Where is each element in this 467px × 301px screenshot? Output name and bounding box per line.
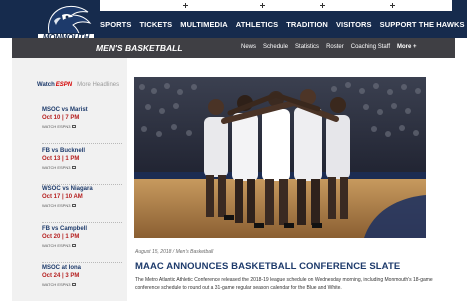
team-nav: News Schedule Statistics Roster Coaching… (241, 44, 424, 50)
game-item[interactable]: WSOC vs Niagara Oct 17 | 10 AM WATCH ESP… (42, 186, 122, 223)
watch-link[interactable]: WATCH ESPN3 (42, 203, 122, 208)
nav-item-multimedia[interactable]: MULTIMEDIA (180, 20, 228, 29)
plus-icon[interactable] (390, 3, 395, 8)
sidebar-header: WatchESPN More Headlines (37, 82, 119, 88)
team-nav-news[interactable]: News (241, 44, 256, 50)
team-nav-statistics[interactable]: Statistics (295, 44, 319, 50)
watch-label: WATCH ESPN3 (42, 282, 71, 287)
team-title[interactable]: MEN'S BASKETBALL (96, 43, 183, 53)
watch-tab[interactable]: Watch (37, 82, 55, 88)
nav-item-tickets[interactable]: TICKETS (139, 20, 172, 29)
game-item[interactable]: FB vs Bucknell Oct 13 | 1 PM WATCH ESPN3 (42, 148, 122, 185)
utility-strip (100, 0, 452, 11)
tv-icon (72, 166, 77, 169)
page-content: WatchESPN More Headlines MSOC vs Marist O… (12, 58, 455, 301)
watch-label: WATCH ESPN3 (42, 165, 71, 170)
game-date: Oct 24 | 3 PM (42, 273, 80, 279)
article-meta: August 15, 2018 / Men's Basketball (135, 249, 214, 255)
game-teams: FB vs Campbell (42, 226, 88, 232)
photo-illustration (134, 77, 426, 238)
game-teams: MSOC at Iona (42, 265, 82, 271)
watch-label: WATCH ESPN3 (42, 243, 71, 248)
nav-item-support-the-hawks[interactable]: SUPPORT THE HAWKS (380, 20, 465, 29)
divider (42, 143, 122, 144)
game-date: Oct 13 | 1 PM (42, 156, 80, 162)
watch-link[interactable]: WATCH ESPN3 (42, 165, 122, 170)
watch-link[interactable]: WATCH ESPN3 (42, 243, 122, 248)
more-headlines-tab[interactable]: More Headlines (77, 82, 119, 88)
game-teams: MSOC vs Marist (42, 107, 88, 113)
watch-link[interactable]: WATCH ESPN3 (42, 124, 122, 129)
game-date: Oct 20 | 1 PM (42, 234, 80, 240)
espn-logo: ESPN (55, 82, 73, 88)
watch-espn-sidebar: WatchESPN More Headlines MSOC vs Marist O… (12, 58, 127, 301)
nav-item-sports[interactable]: SPORTS (100, 20, 131, 29)
game-teams: FB vs Bucknell (42, 148, 86, 154)
nav-item-athletics[interactable]: ATHLETICS (236, 20, 278, 29)
game-teams: WSOC vs Niagara (42, 186, 93, 192)
game-item[interactable]: FB vs Campbell Oct 20 | 1 PM WATCH ESPN3 (42, 226, 122, 263)
team-nav-roster[interactable]: Roster (326, 44, 344, 50)
game-item[interactable]: MSOC vs Marist Oct 10 | 7 PM WATCH ESPN3 (42, 107, 122, 144)
game-item[interactable]: MSOC at Iona Oct 24 | 3 PM WATCH ESPN3 (42, 265, 122, 299)
article-summary: The Metro Atlantic Athletic Conference r… (135, 277, 433, 291)
plus-icon[interactable] (260, 3, 265, 8)
team-nav-more[interactable]: More + (397, 44, 417, 50)
tv-icon (72, 125, 77, 128)
game-date: Oct 17 | 10 AM (42, 194, 83, 200)
nav-item-tradition[interactable]: TRADITION (286, 20, 328, 29)
team-nav-coaching-staff[interactable]: Coaching Staff (351, 44, 390, 50)
team-huddle-photo[interactable] (134, 77, 426, 238)
divider (42, 184, 122, 185)
tv-icon (72, 283, 77, 286)
watch-label: WATCH ESPN3 (42, 203, 71, 208)
plus-icon[interactable] (183, 3, 188, 8)
plus-icon[interactable] (320, 3, 325, 8)
tv-icon (72, 244, 77, 247)
nav-item-visitors[interactable]: VISITORS (336, 20, 372, 29)
tv-icon (72, 204, 77, 207)
game-date: Oct 10 | 7 PM (42, 115, 80, 121)
divider (42, 262, 122, 263)
divider (42, 222, 122, 223)
team-sub-header: MEN'S BASKETBALL News Schedule Statistic… (12, 38, 455, 58)
article-headline[interactable]: MAAC ANNOUNCES BASKETBALL CONFERENCE SLA… (135, 261, 400, 272)
watch-link[interactable]: WATCH ESPN3 (42, 282, 122, 287)
team-nav-schedule[interactable]: Schedule (263, 44, 288, 50)
watch-label: WATCH ESPN3 (42, 124, 71, 129)
main-nav: SPORTS TICKETS MULTIMEDIA ATHLETICS TRAD… (100, 17, 467, 31)
